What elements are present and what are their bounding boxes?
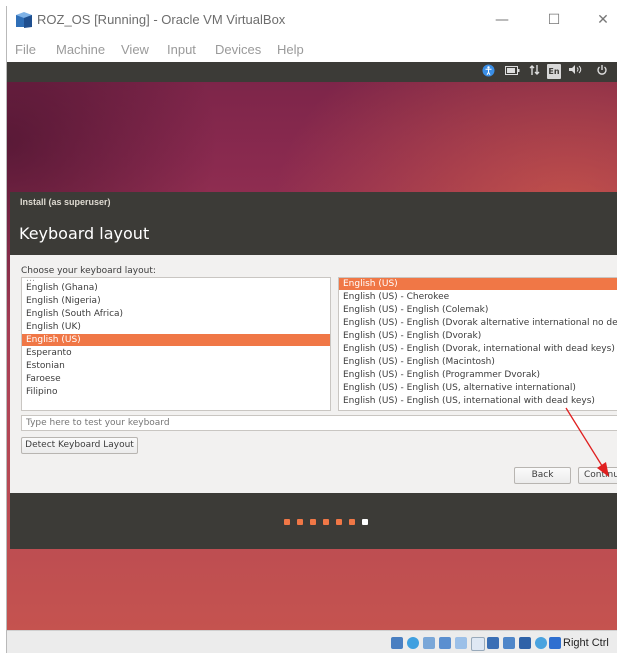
installer-subtitle: Install (as superuser) xyxy=(20,197,111,207)
list-item[interactable]: English (US) - English (US, alternative … xyxy=(339,382,617,394)
title-bar[interactable]: ROZ_OS [Running] - Oracle VM VirtualBox … xyxy=(7,6,617,36)
back-button[interactable]: Back xyxy=(514,467,571,484)
list-item[interactable]: English (South Africa) xyxy=(22,308,330,320)
progress-dot xyxy=(336,519,342,525)
list-item[interactable]: English (US) - English (Dvorak) xyxy=(339,330,617,342)
list-item[interactable]: English (US) - English (Dvorak, internat… xyxy=(339,343,617,355)
keyboard-test-input[interactable] xyxy=(21,415,617,431)
virtualbox-app-icon xyxy=(16,12,32,28)
list-item-selected[interactable]: English (US) xyxy=(339,278,617,290)
list-item[interactable]: English (US) - English (Colemak) xyxy=(339,304,617,316)
menu-help[interactable]: Help xyxy=(277,42,304,57)
keyboard-variant-list[interactable]: English (US) English (US) - Cherokee Eng… xyxy=(338,277,617,411)
progress-dot xyxy=(323,519,329,525)
detect-keyboard-layout-button[interactable]: Detect Keyboard Layout xyxy=(21,437,138,454)
optical-drive-icon[interactable] xyxy=(407,637,419,649)
choose-layout-label: Choose your keyboard layout: xyxy=(21,266,156,276)
keyboard-layout-list[interactable]: … English (Ghana) English (Nigeria) Engl… xyxy=(21,277,331,411)
progress-dot xyxy=(310,519,316,525)
menu-view[interactable]: View xyxy=(121,42,149,57)
progress-dot xyxy=(284,519,290,525)
menu-devices[interactable]: Devices xyxy=(215,42,261,57)
keyboard-capture-icon[interactable] xyxy=(549,637,561,649)
hard-disk-icon[interactable] xyxy=(391,637,403,649)
audio-icon[interactable] xyxy=(423,637,435,649)
shared-folders-icon[interactable] xyxy=(471,637,485,651)
network-adapter-icon[interactable] xyxy=(439,637,451,649)
usb-icon[interactable] xyxy=(455,637,467,649)
display-icon[interactable] xyxy=(487,637,499,649)
battery-icon[interactable] xyxy=(504,64,520,79)
mouse-integration-icon[interactable] xyxy=(535,637,547,649)
list-item[interactable]: English (US) - English (Programmer Dvora… xyxy=(339,369,617,381)
list-item[interactable]: English (US) - English (Macintosh) xyxy=(339,356,617,368)
page-title: Keyboard layout xyxy=(19,224,150,243)
volume-icon[interactable] xyxy=(567,64,583,79)
menu-bar: File Machine View Input Devices Help xyxy=(7,38,617,62)
list-item[interactable]: English (Ghana) xyxy=(22,282,330,294)
progress-dot-current xyxy=(362,519,368,525)
guest-screen[interactable]: En Install (as superuser) Keyboard layou… xyxy=(7,62,617,630)
list-item[interactable]: English (US) - Cherokee xyxy=(339,291,617,303)
minimize-button[interactable]: — xyxy=(486,8,518,32)
video-capture-icon[interactable] xyxy=(503,637,515,649)
vm-status-bar: Right Ctrl xyxy=(7,630,617,653)
menu-file[interactable]: File xyxy=(15,42,36,57)
power-icon[interactable] xyxy=(595,64,609,79)
list-item[interactable]: Filipino xyxy=(22,386,330,398)
menu-machine[interactable]: Machine xyxy=(56,42,105,57)
list-item[interactable]: Estonian xyxy=(22,360,330,372)
accessibility-icon[interactable] xyxy=(481,64,495,79)
list-item[interactable]: Faroese xyxy=(22,373,330,385)
progress-dot xyxy=(297,519,303,525)
virtualization-icon[interactable] xyxy=(519,637,531,649)
guest-top-panel: En xyxy=(7,62,617,82)
close-button[interactable]: ✕ xyxy=(587,8,617,32)
list-item[interactable]: English (US) - English (Dvorak alternati… xyxy=(339,317,617,329)
list-item[interactable]: Esperanto xyxy=(22,347,330,359)
maximize-button[interactable]: ☐ xyxy=(538,8,570,32)
menu-input[interactable]: Input xyxy=(167,42,196,57)
installer-footer xyxy=(10,493,617,549)
list-item[interactable]: English (Nigeria) xyxy=(22,295,330,307)
keyboard-indicator-icon[interactable]: En xyxy=(547,64,561,79)
installer-header: Install (as superuser) Keyboard layout xyxy=(10,192,617,255)
host-key-label: Right Ctrl xyxy=(563,637,609,649)
list-item-selected[interactable]: English (US) xyxy=(22,334,330,346)
installer-window: Install (as superuser) Keyboard layout C… xyxy=(10,192,617,549)
progress-dot xyxy=(349,519,355,525)
window-title: ROZ_OS [Running] - Oracle VM VirtualBox xyxy=(37,12,286,27)
virtualbox-window: ROZ_OS [Running] - Oracle VM VirtualBox … xyxy=(6,6,617,653)
list-item[interactable]: English (UK) xyxy=(22,321,330,333)
list-item[interactable]: English (US) - English (US, internationa… xyxy=(339,395,617,407)
continue-button[interactable]: Continue xyxy=(578,467,617,484)
network-icon[interactable] xyxy=(528,64,540,79)
